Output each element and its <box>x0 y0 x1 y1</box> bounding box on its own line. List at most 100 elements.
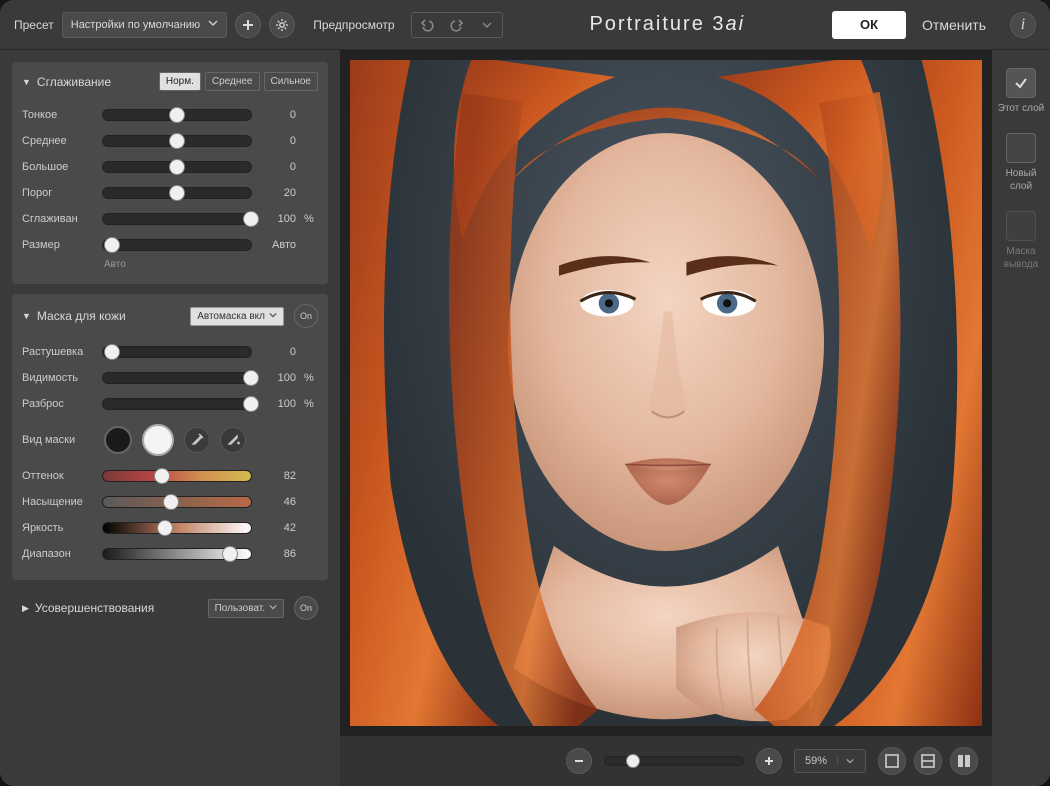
maskview-white-swatch[interactable] <box>142 424 174 456</box>
settings-gear-button[interactable] <box>269 12 295 38</box>
slider-unit: % <box>304 398 318 410</box>
slider-thumb[interactable] <box>169 159 185 175</box>
maskview-black-swatch[interactable] <box>104 426 132 454</box>
enhance-dropdown[interactable]: Пользоват. <box>208 599 284 618</box>
slider-unit: % <box>304 372 318 384</box>
slider-track[interactable] <box>102 239 252 251</box>
chevron-down-icon <box>269 311 277 322</box>
slider-value: 0 <box>260 135 296 147</box>
enhance-header[interactable]: ▶ Усовершенствования Пользоват. On <box>12 590 328 626</box>
zoom-out-button[interactable] <box>566 748 592 774</box>
smoothing-title: Сглаживание <box>37 75 111 89</box>
slider-thumb[interactable] <box>163 494 179 510</box>
slider-row: Насыщение46 <box>22 492 318 512</box>
slider-thumb[interactable] <box>154 468 170 484</box>
ok-button[interactable]: ОК <box>832 11 906 39</box>
enhance-on-toggle[interactable]: On <box>294 596 318 620</box>
this-layer-box <box>1006 68 1036 98</box>
slider-thumb[interactable] <box>222 546 238 562</box>
slider-track[interactable] <box>102 372 252 384</box>
slider-thumb[interactable] <box>157 520 173 536</box>
zoom-thumb[interactable] <box>626 754 640 768</box>
portrait-illustration <box>350 60 982 726</box>
slider-thumb[interactable] <box>169 133 185 149</box>
slider-track[interactable] <box>102 522 252 534</box>
slider-track[interactable] <box>102 187 252 199</box>
history-dropdown-icon[interactable] <box>474 15 500 35</box>
slider-track[interactable] <box>102 470 252 482</box>
slider-row: Среднее0 <box>22 131 318 151</box>
slider-value: 0 <box>260 161 296 173</box>
slider-track[interactable] <box>102 398 252 410</box>
slider-sublabel: Авто <box>104 259 318 270</box>
slider-thumb[interactable] <box>104 344 120 360</box>
slider-value: 0 <box>260 109 296 121</box>
slider-thumb[interactable] <box>169 185 185 201</box>
zoom-percent-dropdown[interactable]: 59% <box>794 749 866 773</box>
cancel-button[interactable]: Отменить <box>914 11 994 39</box>
slider-value: 0 <box>260 346 296 358</box>
slider-track[interactable] <box>102 213 252 225</box>
slider-thumb[interactable] <box>243 211 259 227</box>
slider-row: Тонкое0 <box>22 105 318 125</box>
info-button[interactable]: i <box>1010 12 1036 38</box>
slider-value: 20 <box>260 187 296 199</box>
app-title: Portraiture 3ai <box>589 13 745 36</box>
zoom-in-button[interactable] <box>756 748 782 774</box>
slider-row: Порог20 <box>22 183 318 203</box>
preview-image[interactable] <box>350 60 982 726</box>
slider-value: 82 <box>260 470 296 482</box>
slider-thumb[interactable] <box>104 237 120 253</box>
mode-strong-button[interactable]: Сильное <box>264 72 319 91</box>
preset-label: Пресет <box>14 18 54 32</box>
preset-dropdown[interactable]: Настройки по умолчанию <box>62 12 227 38</box>
zoom-slider[interactable] <box>604 756 744 766</box>
chevron-down-icon <box>837 757 855 765</box>
slider-row: Разброс 100% <box>22 394 318 414</box>
slider-label: Размер <box>22 239 94 251</box>
output-mask[interactable]: Маска вывода <box>996 211 1046 271</box>
slider-thumb[interactable] <box>243 370 259 386</box>
slider-label: Видимость <box>22 372 94 384</box>
slider-track[interactable] <box>102 346 252 358</box>
slider-track[interactable] <box>102 548 252 560</box>
view-split-horizontal-button[interactable] <box>914 747 942 775</box>
preview-bottombar: 59% <box>340 736 992 786</box>
slider-thumb[interactable] <box>169 107 185 123</box>
undo-button[interactable] <box>414 15 440 35</box>
disclosure-right-icon: ▶ <box>22 603 29 614</box>
app-window: Пресет Настройки по умолчанию Предпросмо… <box>0 0 1050 786</box>
view-split-vertical-button[interactable] <box>950 747 978 775</box>
redo-button[interactable] <box>444 15 470 35</box>
skinmask-title: Маска для кожи <box>37 309 126 323</box>
slider-track[interactable] <box>102 135 252 147</box>
new-layer-box <box>1006 133 1036 163</box>
add-preset-button[interactable] <box>235 12 261 38</box>
output-new-layer[interactable]: Новый слой <box>996 133 1046 193</box>
slider-value: 100 <box>260 213 296 225</box>
smoothing-header[interactable]: ▼ Сглаживание Норм. Среднее Сильное <box>22 70 318 99</box>
automask-dropdown[interactable]: Автомаска вкл <box>190 307 284 326</box>
slider-track[interactable] <box>102 109 252 121</box>
slider-row: Растушевка0 <box>22 342 318 362</box>
controls-sidebar: ▼ Сглаживание Норм. Среднее Сильное Тонк… <box>0 50 340 786</box>
view-single-button[interactable] <box>878 747 906 775</box>
skinmask-header[interactable]: ▼ Маска для кожи Автомаска вкл On <box>22 302 318 336</box>
slider-value: 100 <box>260 398 296 410</box>
eyedropper-button[interactable] <box>184 427 210 453</box>
slider-label: Насыщение <box>22 496 94 508</box>
skinmask-on-toggle[interactable]: On <box>294 304 318 328</box>
slider-label: Разброс <box>22 398 94 410</box>
slider-label: Сглаживан <box>22 213 94 225</box>
output-this-layer[interactable]: Этот слой <box>998 68 1044 115</box>
slider-thumb[interactable] <box>243 396 259 412</box>
mode-medium-button[interactable]: Среднее <box>205 72 260 91</box>
slider-value: 42 <box>260 522 296 534</box>
slider-track[interactable] <box>102 161 252 173</box>
slider-label: Яркость <box>22 522 94 534</box>
slider-track[interactable] <box>102 496 252 508</box>
undo-redo-group <box>411 12 503 38</box>
mode-normal-button[interactable]: Норм. <box>159 72 201 91</box>
eyedropper-plus-button[interactable] <box>220 427 246 453</box>
slider-label: Большое <box>22 161 94 173</box>
